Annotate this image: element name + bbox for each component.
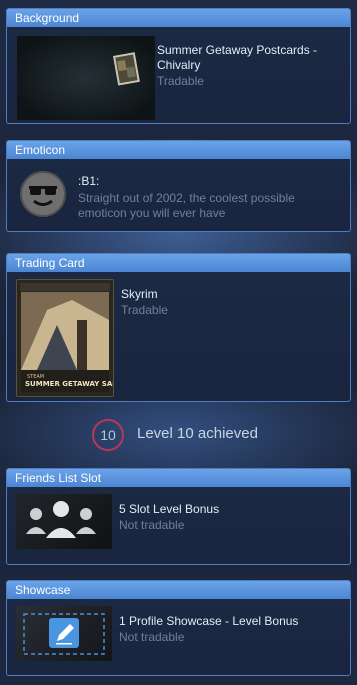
friends-slot-panel: Friends List Slot 5 Slot Level Bonus Not… (6, 468, 351, 565)
friends-group-icon (26, 501, 96, 538)
trading-card-status: Tradable (121, 303, 168, 317)
panel-header: Showcase (7, 581, 350, 599)
showcase-panel: Showcase 1 Profile Showcase - Level Bonu… (6, 580, 351, 676)
panel-header: Trading Card (7, 254, 350, 272)
panel-header: Background (7, 9, 350, 27)
emoticon-code: :B1: (78, 174, 100, 188)
showcase-thumbnail[interactable] (16, 606, 112, 661)
background-name: Summer Getaway Postcards - (157, 43, 318, 57)
showcase-edit-icon (23, 613, 105, 655)
friends-slot-thumbnail[interactable] (16, 494, 112, 549)
emoticon-description-1: Straight out of 2002, the coolest possib… (78, 191, 295, 205)
panel-header: Friends List Slot (7, 469, 350, 487)
panel-header: Emoticon (7, 141, 350, 159)
postcard-image (113, 52, 140, 86)
level-badge: 10 (92, 419, 124, 451)
emoticon-description-2: emoticon you will ever have (78, 206, 226, 220)
background-thumbnail[interactable] (17, 36, 155, 120)
trading-card-panel: Trading Card STEAM SUMMER GETAWAY SALE S… (6, 253, 351, 402)
emoticon-thumbnail[interactable] (19, 170, 67, 218)
background-status: Tradable (157, 74, 204, 88)
friends-slot-status: Not tradable (119, 518, 185, 532)
level-achieved-text: Level 10 achieved (137, 425, 258, 442)
background-panel: Background Summer Getaway Postcards - Ch… (6, 8, 351, 124)
showcase-name: 1 Profile Showcase - Level Bonus (119, 614, 299, 628)
card-banner: SUMMER GETAWAY SALE (25, 380, 113, 388)
showcase-status: Not tradable (119, 630, 185, 644)
emoticon-panel: Emoticon :B1: Straight out of 2002, the … (6, 140, 351, 232)
background-name-line2: Chivalry (157, 58, 201, 72)
friends-slot-name: 5 Slot Level Bonus (119, 502, 220, 516)
cool-face-icon (20, 171, 66, 217)
trading-card-name: Skyrim (121, 287, 158, 301)
card-artwork: STEAM SUMMER GETAWAY SALE (20, 283, 113, 392)
trading-card-thumbnail[interactable]: STEAM SUMMER GETAWAY SALE (16, 279, 114, 397)
